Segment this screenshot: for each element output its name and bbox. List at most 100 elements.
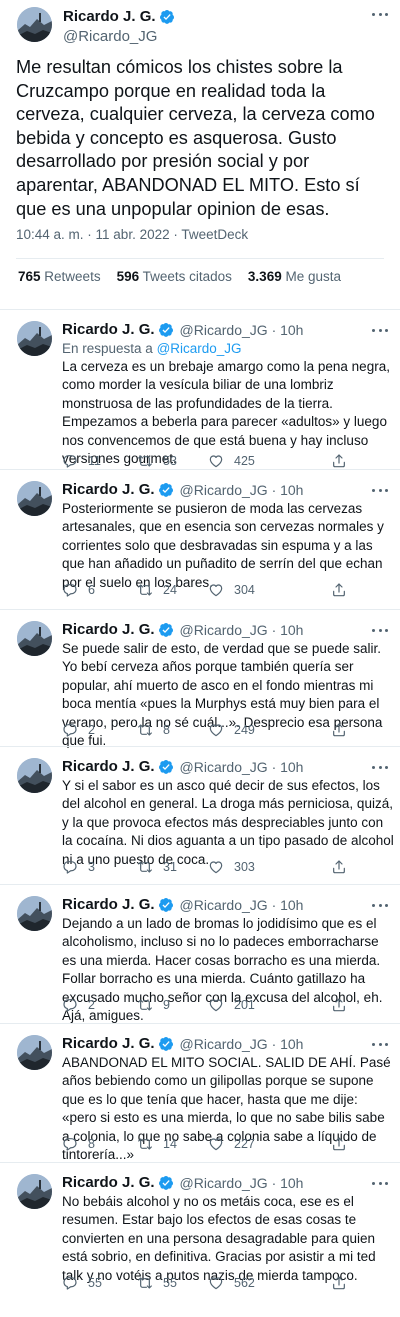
retweets-stat[interactable]: 765 Retweets bbox=[18, 269, 101, 284]
reply-text: No bebáis alcohol y no os metáis coca, e… bbox=[62, 1194, 376, 1283]
author-display-name[interactable]: Ricardo J. G. bbox=[63, 8, 156, 25]
share-button[interactable] bbox=[331, 859, 347, 875]
like-count: 303 bbox=[234, 860, 255, 874]
share-upload-icon bbox=[333, 454, 345, 468]
reply-bubble-icon bbox=[63, 999, 77, 1012]
reply-actions: 55 55 562 bbox=[62, 1275, 362, 1293]
author-display-name[interactable]: Ricardo J. G. bbox=[62, 481, 155, 498]
main-tweet: Ricardo J. G. @Ricardo_JG Me resultan có… bbox=[0, 0, 400, 308]
reply-button[interactable]: 6 bbox=[62, 582, 95, 598]
reply-time: · 10h bbox=[271, 321, 304, 338]
reply-tweet[interactable]: Ricardo J. G. @Ricardo_JG · 10h La cerve… bbox=[0, 309, 400, 469]
like-button[interactable]: 227 bbox=[208, 1136, 255, 1152]
author-avatar[interactable] bbox=[17, 621, 52, 656]
reply-count: 2 bbox=[88, 998, 95, 1012]
like-button[interactable]: 562 bbox=[208, 1275, 255, 1291]
reply-count: 3 bbox=[88, 860, 95, 874]
retweet-button[interactable]: 14 bbox=[137, 1136, 177, 1152]
heart-icon bbox=[209, 999, 223, 1012]
heart-icon bbox=[209, 1277, 223, 1290]
reply-name-row: Ricardo J. G. @Ricardo_JG · 10h bbox=[62, 1035, 303, 1052]
reply-count: 11 bbox=[88, 454, 101, 468]
like-count: 249 bbox=[234, 723, 255, 737]
author-display-name[interactable]: Ricardo J. G. bbox=[62, 896, 155, 913]
share-button[interactable] bbox=[331, 722, 347, 738]
share-button[interactable] bbox=[331, 1136, 347, 1152]
share-button[interactable] bbox=[331, 997, 347, 1013]
reply-handle-time[interactable]: @Ricardo_JG · 10h bbox=[180, 1175, 304, 1191]
reply-button[interactable]: 3 bbox=[62, 859, 95, 875]
retweet-button[interactable]: 9 bbox=[137, 997, 170, 1013]
reply-handle-time[interactable]: @Ricardo_JG · 10h bbox=[180, 1036, 304, 1052]
reply-bubble-icon bbox=[63, 1138, 77, 1151]
more-dots-icon[interactable] bbox=[370, 759, 390, 775]
heart-icon bbox=[209, 455, 223, 468]
retweet-button[interactable]: 8 bbox=[137, 722, 170, 738]
like-button[interactable]: 304 bbox=[208, 582, 255, 598]
verified-badge-icon bbox=[158, 1175, 174, 1191]
author-display-name[interactable]: Ricardo J. G. bbox=[62, 321, 155, 338]
reply-handle-time[interactable]: @Ricardo_JG · 10h bbox=[180, 482, 304, 498]
more-dots-icon[interactable] bbox=[370, 322, 390, 338]
reply-text: La cerveza es un brebaje amargo como la … bbox=[62, 359, 390, 467]
author-avatar[interactable] bbox=[17, 7, 52, 42]
reply-handle-time[interactable]: @Ricardo_JG · 10h bbox=[180, 322, 304, 338]
retweet-button[interactable]: 31 bbox=[137, 859, 177, 875]
heart-icon bbox=[209, 861, 223, 874]
quotes-stat[interactable]: 596 Tweets citados bbox=[117, 269, 232, 284]
heart-icon bbox=[209, 584, 223, 597]
reply-tweet[interactable]: Ricardo J. G. @Ricardo_JG · 10h Se puede… bbox=[0, 609, 400, 748]
reply-tweet[interactable]: Ricardo J. G. @Ricardo_JG · 10h ABANDONA… bbox=[0, 1023, 400, 1162]
more-dots-icon[interactable] bbox=[370, 1036, 390, 1052]
share-button[interactable] bbox=[331, 582, 347, 598]
more-dots-icon[interactable] bbox=[370, 622, 390, 638]
author-avatar[interactable] bbox=[17, 1174, 52, 1209]
author-display-name[interactable]: Ricardo J. G. bbox=[62, 621, 155, 638]
likes-stat[interactable]: 3.369 Me gusta bbox=[248, 269, 341, 284]
tweet-timestamp[interactable]: 10:44 a. m. · 11 abr. 2022 · TweetDeck bbox=[16, 227, 248, 242]
author-avatar[interactable] bbox=[17, 321, 52, 356]
author-avatar[interactable] bbox=[17, 1035, 52, 1070]
author-name-row: Ricardo J. G. bbox=[63, 8, 175, 25]
reply-button[interactable]: 8 bbox=[62, 1136, 95, 1152]
reply-button[interactable]: 2 bbox=[62, 997, 95, 1013]
reply-button[interactable]: 55 bbox=[62, 1275, 102, 1291]
share-upload-icon bbox=[333, 1276, 345, 1290]
verified-badge-icon bbox=[158, 1036, 174, 1052]
replying-to-handle-link[interactable]: @Ricardo_JG bbox=[157, 341, 242, 356]
author-avatar[interactable] bbox=[17, 896, 52, 931]
author-avatar[interactable] bbox=[17, 758, 52, 793]
like-button[interactable]: 303 bbox=[208, 859, 255, 875]
author-display-name[interactable]: Ricardo J. G. bbox=[62, 758, 155, 775]
reply-name-row: Ricardo J. G. @Ricardo_JG · 10h bbox=[62, 621, 303, 638]
retweet-button[interactable]: 55 bbox=[137, 1275, 177, 1291]
more-dots-icon[interactable] bbox=[370, 482, 390, 498]
more-dots-icon[interactable] bbox=[370, 6, 390, 22]
reply-handle: @Ricardo_JG bbox=[179, 481, 268, 498]
retweet-button[interactable]: 53 bbox=[137, 453, 177, 469]
reply-handle-time[interactable]: @Ricardo_JG · 10h bbox=[180, 759, 304, 775]
reply-handle-time[interactable]: @Ricardo_JG · 10h bbox=[180, 897, 304, 913]
reply-handle-time[interactable]: @Ricardo_JG · 10h bbox=[180, 622, 304, 638]
retweet-count: 55 bbox=[163, 1276, 177, 1290]
like-button[interactable]: 249 bbox=[208, 722, 255, 738]
reply-tweet[interactable]: Ricardo J. G. @Ricardo_JG · 10h Y si el … bbox=[0, 746, 400, 884]
reply-tweet[interactable]: Ricardo J. G. @Ricardo_JG · 10h No bebái… bbox=[0, 1162, 400, 1317]
more-dots-icon[interactable] bbox=[370, 1175, 390, 1191]
author-handle[interactable]: @Ricardo_JG bbox=[63, 28, 157, 45]
share-upload-icon bbox=[333, 1137, 345, 1151]
author-avatar[interactable] bbox=[17, 481, 52, 516]
reply-button[interactable]: 2 bbox=[62, 722, 95, 738]
share-button[interactable] bbox=[331, 1275, 347, 1291]
reply-button[interactable]: 11 bbox=[62, 453, 101, 469]
author-display-name[interactable]: Ricardo J. G. bbox=[62, 1174, 155, 1191]
author-display-name[interactable]: Ricardo J. G. bbox=[62, 1035, 155, 1052]
share-button[interactable] bbox=[331, 453, 347, 469]
reply-tweet[interactable]: Ricardo J. G. @Ricardo_JG · 10h Posterio… bbox=[0, 469, 400, 609]
like-button[interactable]: 201 bbox=[208, 997, 255, 1013]
reply-count: 6 bbox=[88, 583, 95, 597]
more-dots-icon[interactable] bbox=[370, 897, 390, 913]
like-button[interactable]: 425 bbox=[208, 453, 255, 469]
retweet-button[interactable]: 24 bbox=[137, 582, 177, 598]
reply-tweet[interactable]: Ricardo J. G. @Ricardo_JG · 10h Dejando … bbox=[0, 884, 400, 1023]
